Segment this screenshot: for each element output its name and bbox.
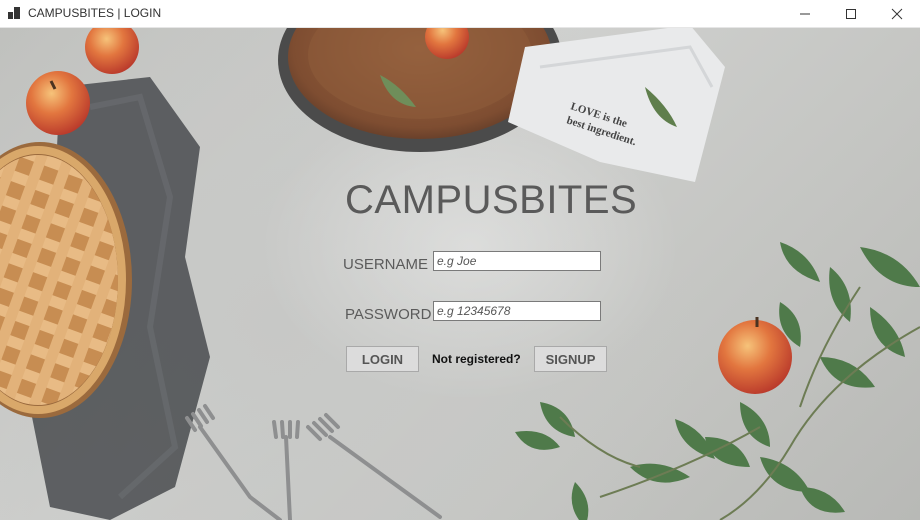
username-input[interactable] — [433, 251, 601, 271]
background-image: LOVE is the best ingredient. CAMPUSBITES — [0, 27, 920, 520]
app-title: CAMPUSBITES — [345, 178, 638, 222]
minimize-icon — [800, 13, 810, 15]
food-backdrop-illustration: LOVE is the best ingredient. — [0, 27, 920, 520]
minimize-button[interactable] — [782, 0, 828, 27]
password-label: PASSWORD — [345, 306, 432, 323]
maximize-icon — [846, 9, 856, 19]
app-icon — [8, 7, 20, 19]
window-title: CAMPUSBITES | LOGIN — [28, 6, 162, 20]
signup-button[interactable]: SIGNUP — [534, 346, 607, 372]
login-button[interactable]: LOGIN — [346, 346, 419, 372]
maximize-button[interactable] — [828, 0, 874, 27]
password-input[interactable] — [433, 301, 601, 321]
login-window: CAMPUSBITES | LOGIN LOVE is the best ing… — [0, 0, 920, 520]
username-label: USERNAME — [343, 256, 429, 273]
not-registered-text: Not registered? — [432, 352, 521, 366]
close-button[interactable] — [874, 0, 920, 27]
title-bar: CAMPUSBITES | LOGIN — [0, 0, 920, 28]
close-icon — [891, 8, 903, 20]
